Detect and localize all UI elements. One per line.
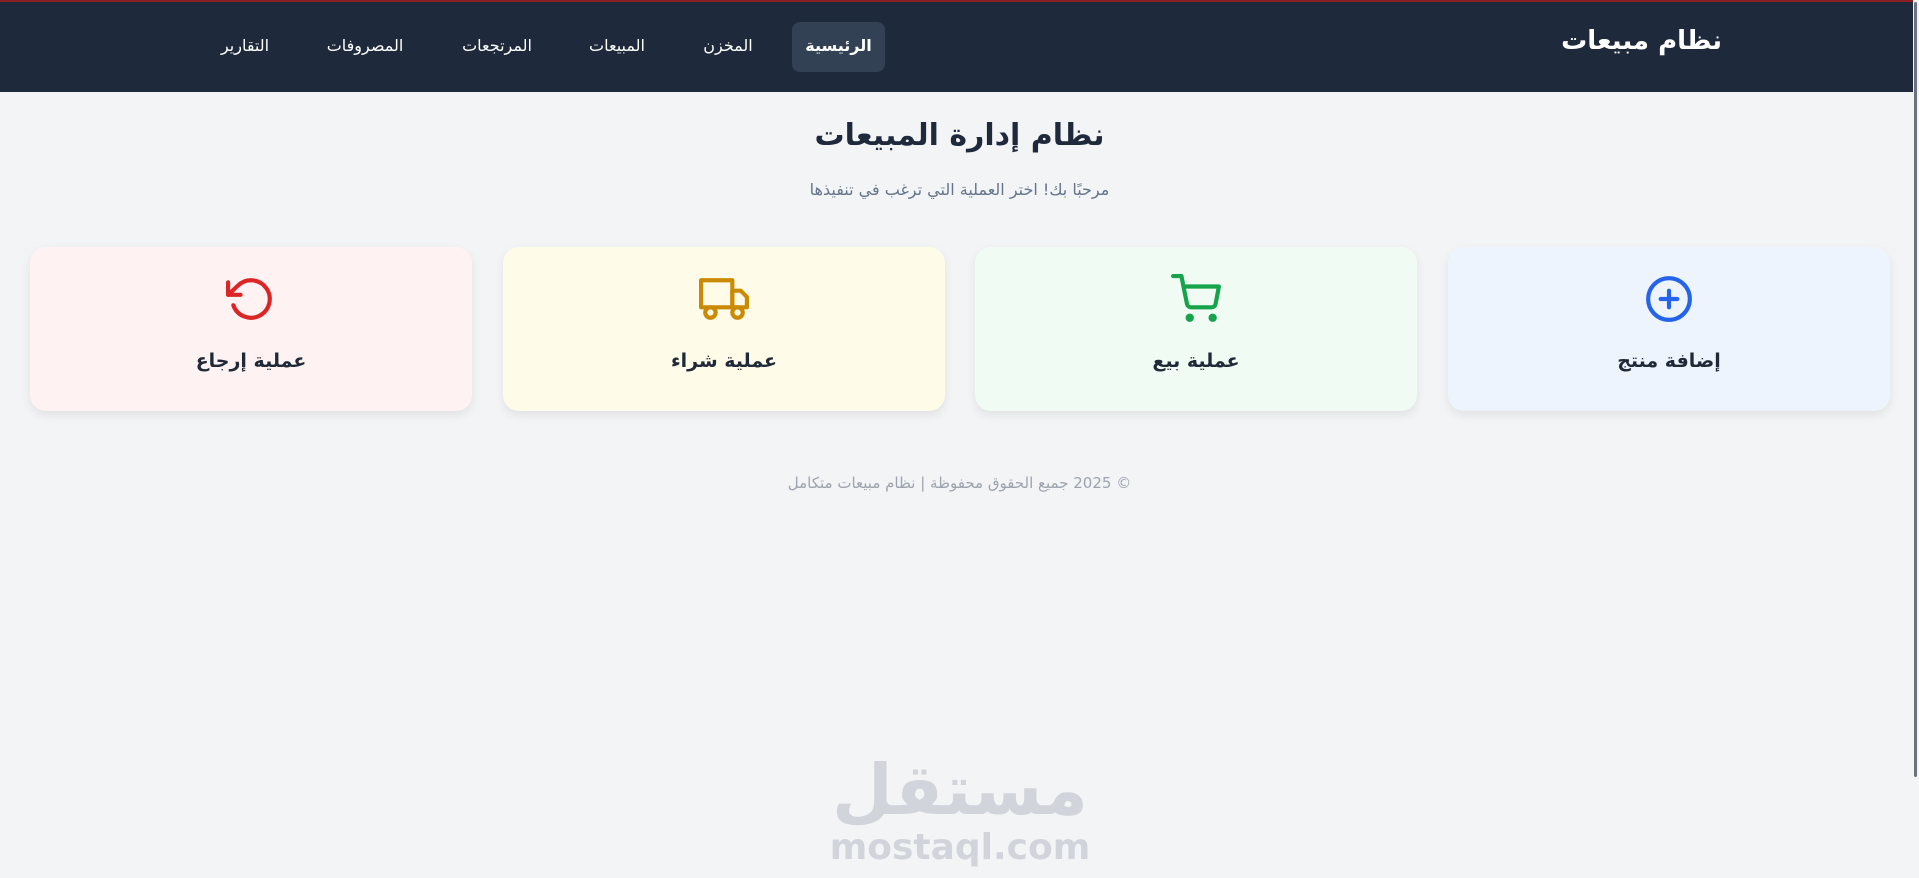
watermark-latin: mostaql.com xyxy=(829,827,1091,868)
brand-title[interactable]: نظام مبيعات xyxy=(1555,26,1722,56)
shopping-cart-icon xyxy=(1171,274,1221,322)
page-title: نظام إدارة المبيعات xyxy=(814,118,1105,153)
return-label: عملية إرجاع xyxy=(195,350,307,372)
add-product-card[interactable]: إضافة منتج xyxy=(1448,247,1890,411)
watermark-arabic: مستقل xyxy=(831,749,1088,831)
footer-copyright: © 2025 جميع الحقوق محفوظة | نظام مبيعات … xyxy=(787,474,1132,492)
scrollbar-thumb[interactable] xyxy=(1914,2,1917,777)
nav-item-home[interactable]: الرئيسية xyxy=(792,22,885,72)
return-card[interactable]: عملية إرجاع xyxy=(30,247,472,411)
mostaql-watermark: مستقل mostaql.com xyxy=(820,749,1100,866)
sale-card[interactable]: عملية بيع xyxy=(975,247,1417,411)
add-product-label: إضافة منتج xyxy=(1617,350,1721,372)
nav-item-sales[interactable]: المبيعات xyxy=(577,22,657,72)
nav-item-expenses[interactable]: المصروفات xyxy=(315,22,415,72)
purchase-label: عملية شراء xyxy=(670,350,778,372)
top-navbar: نظام مبيعات الرئيسية المخزن المبيعات الم… xyxy=(0,0,1919,92)
sale-label: عملية بيع xyxy=(1152,350,1240,372)
nav-item-inventory[interactable]: المخزن xyxy=(688,22,768,72)
nav-item-reports[interactable]: التقارير xyxy=(205,22,285,72)
purchase-card[interactable]: عملية شراء xyxy=(503,247,945,411)
top-accent-line xyxy=(0,0,1919,2)
truck-icon xyxy=(699,278,749,320)
page-subtitle: مرحبًا بك! اختر العملية التي ترغب في تنف… xyxy=(809,180,1110,199)
plus-circle-icon xyxy=(1646,276,1692,322)
nav-item-returns[interactable]: المرتجعات xyxy=(452,22,542,72)
rotate-ccw-icon xyxy=(226,278,272,320)
